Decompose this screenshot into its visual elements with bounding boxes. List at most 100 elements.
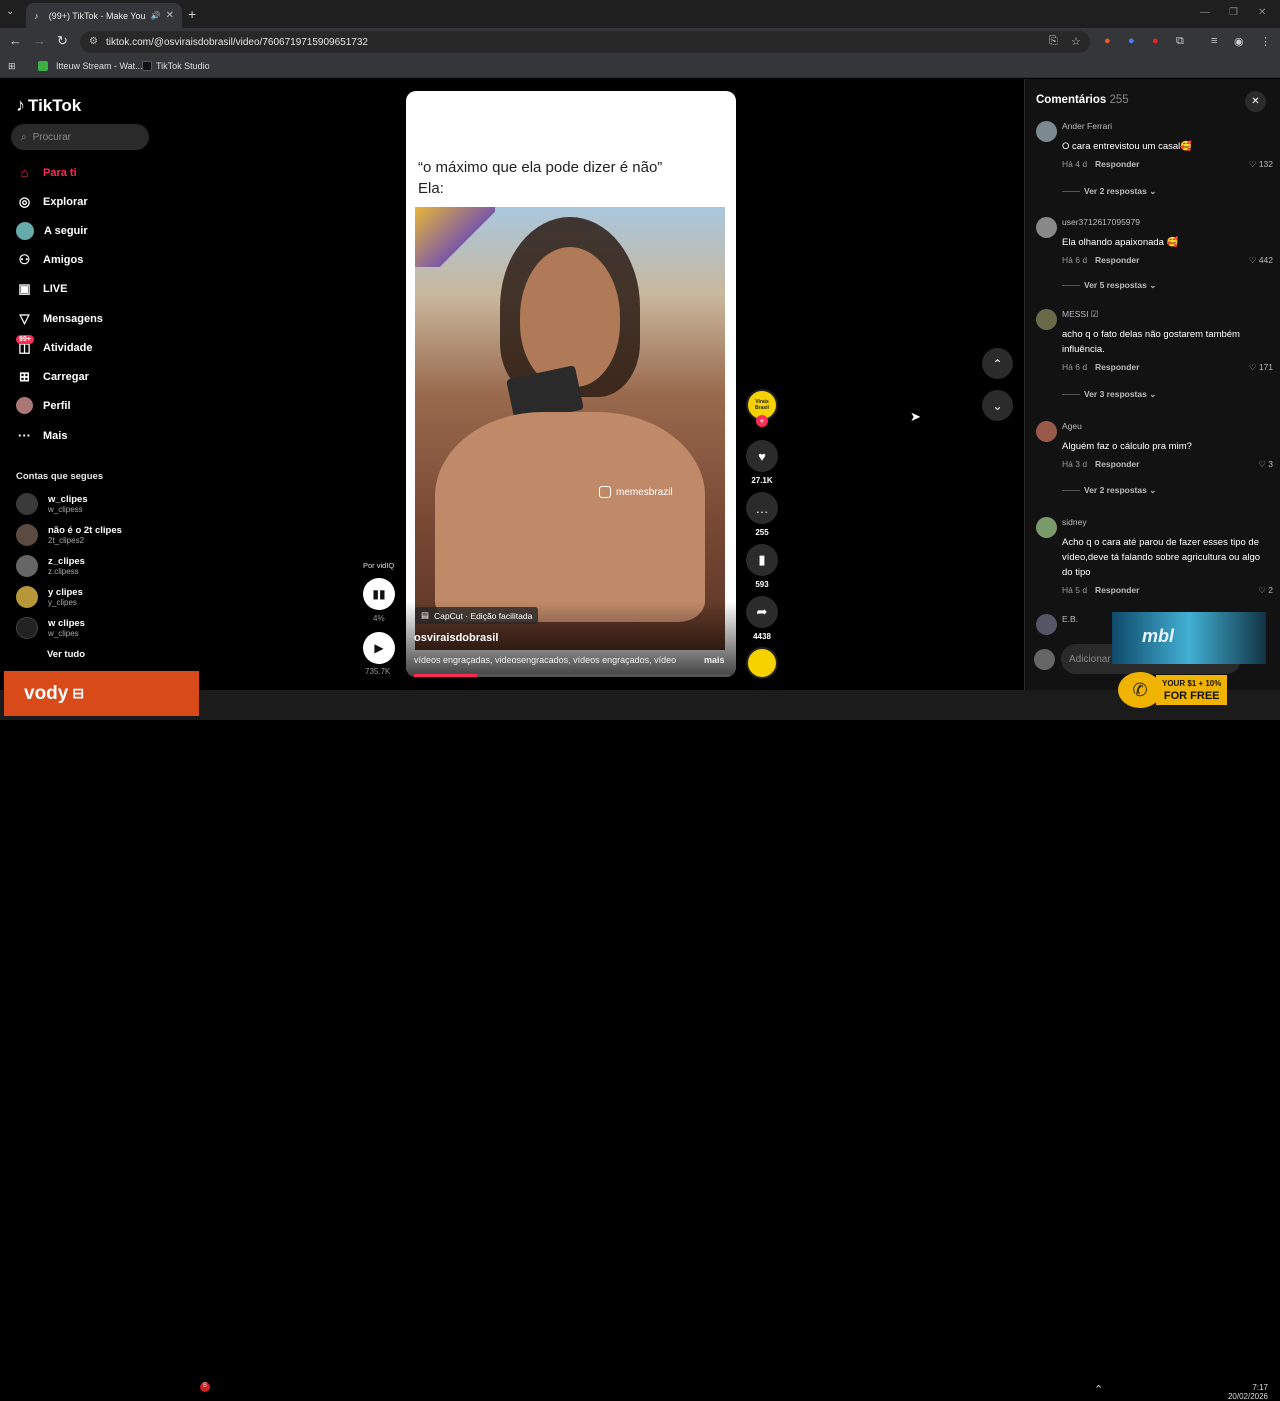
comment-icon: … [746, 492, 778, 524]
promo-badge[interactable]: ✆ YOUR $1 + 10% FOR FREE [1118, 672, 1254, 708]
reload-icon[interactable]: ↻ [57, 33, 68, 49]
audio-icon[interactable]: 🔊 [151, 11, 161, 20]
tab-search-icon[interactable]: ⌄ [6, 6, 14, 17]
bookmark-star-icon[interactable]: ☆ [1071, 35, 1081, 48]
avatar[interactable] [1036, 614, 1057, 635]
account-item[interactable]: não é o 2t clipes 2t_clipes2 [16, 524, 122, 546]
comments-panel: Comentários 255 ✕ Ander Ferrari O cara e… [1024, 79, 1280, 690]
view-replies-button[interactable]: Ver 3 respostas ⌄ [1062, 389, 1156, 400]
bookmark-item[interactable]: Itteuw Stream - Wat... [38, 61, 143, 71]
more-icon: ··· [18, 428, 31, 443]
comment-like-button[interactable]: ♡ 442 [1233, 255, 1273, 266]
nav-live[interactable]: ▣ LIVE [16, 280, 67, 297]
reply-button[interactable]: Responder [1095, 159, 1139, 169]
extensions-puzzle-icon[interactable]: ⧉ [1176, 35, 1184, 48]
previous-video-button[interactable]: ⌃ [982, 348, 1013, 379]
bookmark-item[interactable]: TikTok Studio [142, 61, 210, 71]
reply-button[interactable]: Responder [1095, 255, 1139, 265]
close-comments-button[interactable]: ✕ [1245, 91, 1266, 112]
avatar[interactable] [1036, 309, 1057, 330]
account-item[interactable]: z_clipes z.clipess [16, 555, 85, 577]
reply-button[interactable]: Responder [1095, 362, 1139, 372]
address-bar[interactable]: ⚙ tiktok.com/@osviraisdobrasil/video/760… [80, 31, 1090, 53]
more-link[interactable]: mais [704, 655, 725, 665]
chevron-up-icon[interactable]: ⌃ [1094, 1383, 1103, 1396]
sound-disc[interactable] [746, 647, 778, 679]
search-input[interactable]: ⌕ Procurar [11, 124, 149, 150]
nav-upload[interactable]: ⊞ Carregar [16, 368, 89, 385]
comment-like-button[interactable]: ♡ 132 [1233, 159, 1273, 170]
comment-like-button[interactable]: ♡ 2 [1233, 585, 1273, 596]
video-player[interactable]: “o máximo que ela pode dizer é não” Ela:… [406, 91, 736, 677]
reply-button[interactable]: Responder [1095, 585, 1139, 595]
avatar[interactable] [1036, 217, 1057, 238]
browser-toolbar: ← → ↻ ⚙ tiktok.com/@osviraisdobrasil/vid… [0, 28, 1280, 56]
account-item[interactable]: w clipes w_clipes [16, 617, 85, 639]
tab-close-icon[interactable]: ✕ [166, 10, 174, 21]
bookmark-icon: ▮ [746, 544, 778, 576]
maximize-icon[interactable]: ❐ [1229, 7, 1238, 18]
site-info-icon[interactable]: ⚙ [89, 36, 98, 47]
url-text: tiktok.com/@osviraisdobrasil/video/76067… [106, 36, 368, 48]
tiktok-logo[interactable]: ♪ TikTok [16, 95, 81, 116]
save-button[interactable]: ▮ 593 [746, 544, 778, 589]
nav-messages[interactable]: ▽ Mensagens [16, 310, 103, 327]
nav-friends[interactable]: ⚇ Amigos [16, 251, 84, 268]
instagram-watermark: memesbrazil [599, 486, 673, 498]
tab-title: (99+) TikTok - Make Your Da [48, 10, 146, 21]
media-icon[interactable]: ≡ [1211, 35, 1217, 47]
new-tab-button[interactable]: + [188, 6, 196, 22]
reply-button[interactable]: Responder [1095, 459, 1139, 469]
view-replies-button[interactable]: Ver 5 respostas ⌄ [1062, 280, 1156, 291]
play-button[interactable]: ▶ [363, 632, 395, 664]
apps-grid-icon[interactable]: ⊞ [8, 61, 16, 72]
capcut-badge[interactable]: ▤ CapCut · Edição facilitada [415, 607, 539, 624]
extension-icon[interactable]: ● [1152, 35, 1159, 47]
next-video-button[interactable]: ⌄ [982, 390, 1013, 421]
share-button[interactable]: ➦ 4438 [746, 596, 778, 641]
follow-plus-icon[interactable]: + [756, 415, 768, 427]
see-all-accounts[interactable]: Ver tudo [16, 649, 85, 660]
tiktok-favicon-icon: ♪ [34, 10, 39, 21]
extension-icon[interactable]: ● [1128, 35, 1135, 47]
music-disc-icon [746, 647, 778, 679]
nav-following[interactable]: A seguir [16, 222, 88, 240]
bar-chart-icon: ▮▮ [372, 587, 386, 601]
avatar[interactable] [1036, 121, 1057, 142]
comment-item: Ageu Alguém faz o cálculo pra mim? Há 3 … [1036, 421, 1273, 501]
clock[interactable]: 7:17 20/02/2026 [1218, 1383, 1268, 1401]
install-icon[interactable]: ⎘ [1049, 35, 1058, 48]
account-item[interactable]: w_clipes w_clipess [16, 493, 88, 515]
comment-like-button[interactable]: ♡ 3 [1233, 459, 1273, 470]
vidiq-stats-button[interactable]: ▮▮ [363, 578, 395, 610]
creator-avatar[interactable]: Virais Brasil + [746, 389, 778, 427]
profile-avatar-icon[interactable]: ◉ [1234, 35, 1244, 48]
comment-like-button[interactable]: ♡ 171 [1233, 362, 1273, 373]
back-icon[interactable]: ← [9, 33, 22, 48]
avatar[interactable] [1036, 421, 1057, 442]
video-progress-bar[interactable] [414, 674, 730, 677]
forward-icon[interactable]: → [33, 33, 46, 48]
nav-profile[interactable]: Perfil [16, 397, 71, 414]
avatar[interactable] [1036, 517, 1057, 538]
browser-tab[interactable]: ♪ (99+) TikTok - Make Your Da 🔊 ✕ [26, 3, 182, 28]
video-caption: “o máximo que ela pode dizer é não” Ela: [418, 159, 663, 197]
nav-explore[interactable]: ◎ Explorar [16, 193, 88, 210]
minimize-icon[interactable]: — [1200, 7, 1210, 18]
video-author[interactable]: osviraisdobrasil [414, 632, 498, 644]
chevron-up-icon: ⌃ [992, 356, 1003, 371]
nav-more[interactable]: ··· Mais [16, 427, 67, 444]
window-close-icon[interactable]: ✕ [1258, 7, 1266, 18]
view-replies-button[interactable]: Ver 2 respostas ⌄ [1062, 485, 1156, 496]
like-button[interactable]: ♥ 27.1K [746, 440, 778, 485]
menu-icon[interactable]: ⋮ [1260, 35, 1271, 48]
view-replies-button[interactable]: Ver 2 respostas ⌄ [1062, 186, 1156, 197]
comment-button[interactable]: … 255 [746, 492, 778, 537]
notification-badge: 8 [200, 1382, 210, 1392]
ad-banner[interactable]: mbl [1112, 612, 1266, 664]
comment-item: Ander Ferrari O cara entrevistou um casa… [1036, 121, 1273, 201]
nav-for-you[interactable]: ⌂ Para ti [16, 164, 77, 181]
avatar [1034, 649, 1055, 670]
extension-icon[interactable]: ● [1104, 35, 1111, 47]
account-item[interactable]: y clipes y_clipes [16, 586, 83, 608]
